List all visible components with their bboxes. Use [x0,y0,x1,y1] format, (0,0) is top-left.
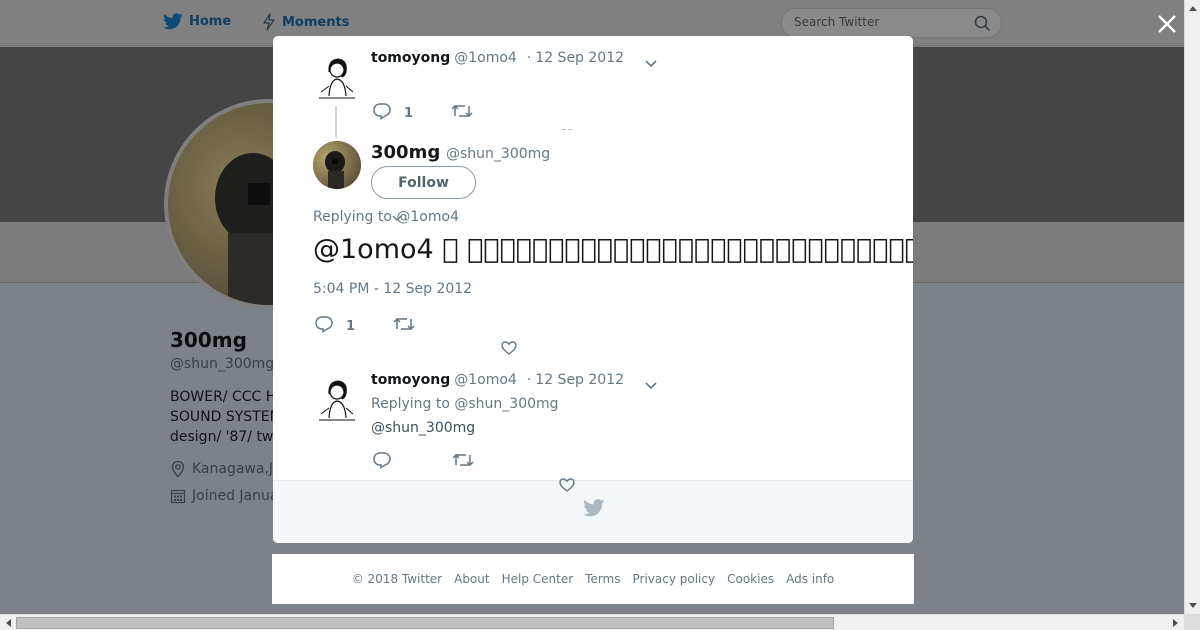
heart-icon[interactable] [560,126,574,130]
retweet-button[interactable] [451,103,473,123]
tweet-modal: tomoyong @1omo4 · 12 Sep 2012 1 300mg @s… [273,36,913,543]
footer-link-cookies[interactable]: Cookies [727,572,774,586]
retweet-button[interactable] [393,316,415,336]
calendar-icon [170,488,186,504]
bio-line: BOWER/ CCC H [170,389,277,405]
tweet-actions: 1 [314,315,415,337]
tweet-actions [372,451,474,473]
retweet-icon [452,452,474,472]
author-name[interactable]: tomoyong [371,50,450,66]
profile-handle: @shun_300mg [170,356,275,372]
retweet-button[interactable] [452,452,474,472]
search-input[interactable]: Search Twitter [781,8,1002,38]
follow-button[interactable]: Follow [371,166,476,199]
tweet-header: tomoyong @1omo4 · 12 Sep 2012 [371,50,624,66]
search-icon[interactable] [974,15,991,35]
bird-icon [163,13,183,30]
horizontal-scroll-thumb[interactable] [16,617,834,629]
footer-link-terms[interactable]: Terms [585,572,620,586]
chevron-down-icon[interactable] [643,55,659,68]
scroll-down-icon[interactable] [1185,598,1200,614]
footer-link-help[interactable]: Help Center [502,572,574,586]
avatar[interactable] [313,52,361,100]
search-placeholder: Search Twitter [794,15,880,29]
avatar[interactable] [313,374,361,422]
replying-to: Replying to @shun_300mg [371,396,559,412]
scroll-left-icon[interactable] [0,615,16,630]
reply-count: 1 [404,105,414,121]
footer-link-about[interactable]: About [454,572,489,586]
profile-location: Kanagawa,J [170,460,280,478]
tweet-actions: 1 [372,102,473,124]
footer-copyright: © 2018 Twitter [351,572,443,586]
nav-moments-label: Moments [282,14,350,30]
chevron-down-icon[interactable] [391,207,403,226]
horizontal-scrollbar[interactable] [0,614,1184,630]
reply-count: 1 [346,318,356,334]
nav-home[interactable]: Home [163,13,231,30]
nav-moments[interactable]: Moments [262,13,349,31]
reply-icon [372,451,392,473]
reply-icon [372,102,392,124]
reply-button[interactable]: 1 [314,315,355,337]
separator-dot: · [526,372,532,388]
replying-prefix: Replying to [371,396,450,412]
bird-icon [583,499,605,521]
retweet-icon [451,103,473,123]
location-text: Kanagawa,J [192,461,274,477]
thread-connector [335,106,337,138]
author-name[interactable]: tomoyong [371,372,450,388]
bio-line: SOUND SYSTEM [170,409,280,425]
replying-prefix: Replying to [313,209,392,225]
scrollbar-corner [1184,614,1200,630]
vertical-scrollbar[interactable] [1184,0,1200,614]
profile-bio: BOWER/ CCC H SOUND SYSTEM design/ '87/ t… [170,387,280,447]
heart-icon[interactable] [559,477,575,496]
reply-button[interactable]: 1 [372,102,413,124]
tweet-date[interactable]: 12 Sep 2012 [535,50,624,66]
heart-icon[interactable] [501,340,517,359]
profile-name: 300mg [170,328,247,352]
location-icon [170,460,186,478]
tweet-date[interactable]: 12 Sep 2012 [535,372,624,388]
site-footer: © 2018 Twitter About Help Center Terms P… [272,554,914,604]
author-handle[interactable]: @1omo4 [454,372,517,388]
nav-home-label: Home [189,14,232,29]
tweet-text: @1omo4 ￿ ￿￿￿￿￿￿￿￿￿￿￿￿￿￿￿￿￿￿￿￿￿￿￿￿￿￿￿￿￿￿￿… [313,234,913,265]
footer-link-ads[interactable]: Ads info [786,572,834,586]
author-name[interactable]: 300mg [371,142,440,163]
profile-joined: Joined Janua [170,488,280,504]
bolt-icon [262,13,276,31]
footer-link-privacy[interactable]: Privacy policy [633,572,716,586]
replying-to-link[interactable]: @1omo4 [396,209,459,225]
author-handle[interactable]: @shun_300mg [446,146,550,162]
chevron-down-icon[interactable] [643,377,659,390]
replying-to-link[interactable]: @shun_300mg [454,396,558,412]
close-icon[interactable] [1155,12,1179,36]
reply-icon [314,315,334,337]
author-handle[interactable]: @1omo4 [454,50,517,66]
avatar[interactable] [313,141,361,189]
retweet-icon [393,316,415,336]
scroll-up-icon[interactable] [1185,0,1200,16]
modal-footer [273,480,913,543]
separator-dot: · [526,50,532,66]
tweet-timestamp[interactable]: 5:04 PM - 12 Sep 2012 [313,281,472,297]
tweet-text: @shun_300mg [371,420,476,436]
tweet-header: tomoyong @1omo4 · 12 Sep 2012 [371,372,624,388]
joined-text: Joined Janua [192,488,279,504]
reply-button[interactable] [372,451,392,473]
scroll-right-icon[interactable] [1168,615,1184,630]
replying-to: Replying to @1omo4 [313,209,459,225]
bio-line: design/ '87/ tw [170,429,274,445]
